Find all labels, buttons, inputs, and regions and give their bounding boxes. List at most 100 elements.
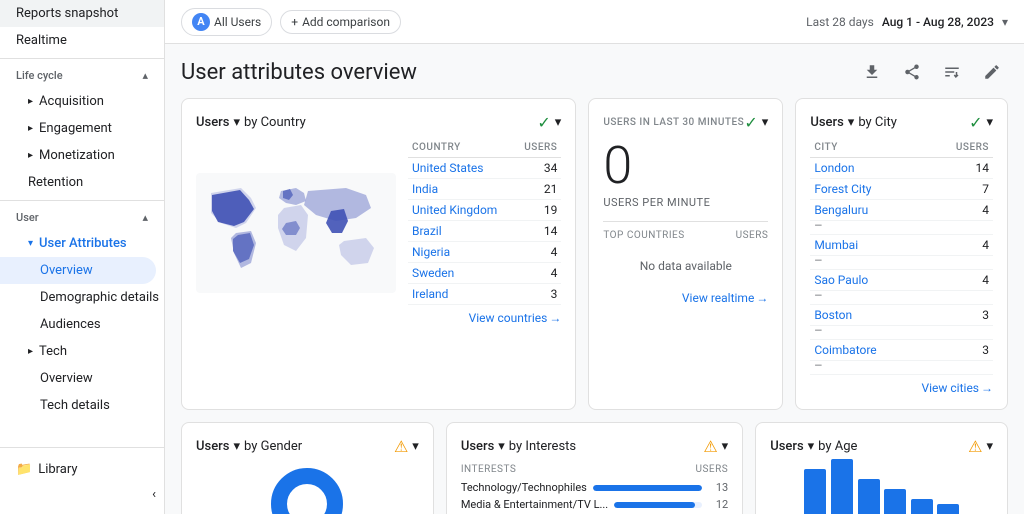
dropdown-arrow-icon[interactable]: ▾ bbox=[808, 439, 815, 454]
city-name[interactable]: Mumbai bbox=[810, 235, 925, 256]
more-options-icon[interactable]: ▾ bbox=[555, 115, 562, 130]
table-row: Ireland3 bbox=[408, 284, 561, 305]
age-bar bbox=[831, 459, 853, 514]
page-title-row: User attributes overview bbox=[181, 44, 1008, 98]
dropdown-arrow-icon[interactable]: ▾ bbox=[233, 115, 240, 130]
more-options-icon[interactable]: ▾ bbox=[762, 115, 769, 130]
sidebar-item-library[interactable]: 📁 Library bbox=[0, 456, 164, 483]
dropdown-arrow-icon[interactable]: ▾ bbox=[848, 115, 855, 130]
interest-value: 13 bbox=[708, 481, 728, 494]
sidebar-item-acquisition[interactable]: ▸ Acquisition bbox=[0, 88, 164, 115]
sidebar-collapse-button[interactable]: ‹ bbox=[0, 483, 164, 506]
table-row: Brazil14 bbox=[408, 221, 561, 242]
add-comparison-button[interactable]: + Add comparison bbox=[280, 10, 401, 34]
table-row: Nigeria4 bbox=[408, 242, 561, 263]
view-countries-link[interactable]: View countries → bbox=[408, 311, 561, 325]
interest-value: 12 bbox=[708, 498, 728, 511]
dropdown-arrow-icon[interactable]: ▾ bbox=[233, 439, 240, 454]
table-row: United Kingdom19 bbox=[408, 200, 561, 221]
chevron-down-icon: ▾ bbox=[28, 238, 33, 249]
world-map bbox=[196, 173, 396, 293]
all-users-badge[interactable]: A All Users bbox=[181, 8, 272, 36]
export-button[interactable] bbox=[856, 56, 888, 88]
sidebar-item-reports-snapshot[interactable]: Reports snapshot bbox=[0, 0, 164, 27]
no-data-message: No data available bbox=[603, 247, 768, 285]
interests-card: Users ▾ by Interests ⚠ ▾ INTERESTS USERS… bbox=[446, 422, 743, 514]
table-row: Bengaluru4 bbox=[810, 200, 993, 221]
table-row: India21 bbox=[408, 179, 561, 200]
interests-card-title: Users ▾ by Interests bbox=[461, 439, 576, 454]
sidebar-item-tech-details[interactable]: Tech details bbox=[0, 392, 164, 419]
sidebar-item-retention[interactable]: Retention bbox=[0, 169, 164, 196]
map-area bbox=[196, 140, 396, 325]
chevron-left-icon: ‹ bbox=[152, 487, 156, 502]
table-row: London14 bbox=[810, 158, 993, 179]
city-name[interactable]: Sao Paulo bbox=[810, 270, 925, 291]
edit-button[interactable] bbox=[976, 56, 1008, 88]
view-cities-link[interactable]: View cities → bbox=[810, 381, 993, 395]
warning-icon: ⚠ bbox=[968, 437, 982, 456]
more-options-icon[interactable]: ▾ bbox=[412, 439, 419, 454]
sidebar-item-tech[interactable]: ▸ Tech bbox=[0, 338, 164, 365]
age-card: Users ▾ by Age ⚠ ▾ 18-24 bbox=[755, 422, 1008, 514]
more-options-icon[interactable]: ▾ bbox=[722, 439, 729, 454]
share-button[interactable] bbox=[896, 56, 928, 88]
user-count: 4 bbox=[514, 263, 561, 284]
city-card-header: Users ▾ by City ✓ ▾ bbox=[810, 113, 993, 132]
table-row: Coimbatore3 bbox=[810, 340, 993, 361]
bottom-cards-row: Users ▾ by Gender ⚠ ▾ bbox=[181, 422, 1008, 514]
bar-fill bbox=[593, 485, 702, 491]
country-name[interactable]: India bbox=[408, 179, 514, 200]
sidebar-item-audiences[interactable]: Audiences bbox=[0, 311, 164, 338]
city-name[interactable]: Coimbatore bbox=[810, 340, 925, 361]
age-card-actions: ⚠ ▾ bbox=[968, 437, 993, 456]
age-bar-chart: 18-24 25-34 35-44 45-54 bbox=[770, 466, 993, 514]
user-count: 14 bbox=[926, 158, 993, 179]
sidebar-item-engagement[interactable]: ▸ Engagement bbox=[0, 115, 164, 142]
city-name[interactable]: Boston bbox=[810, 305, 925, 326]
view-realtime-link[interactable]: View realtime → bbox=[603, 291, 768, 305]
country-name[interactable]: United States bbox=[408, 158, 514, 179]
city-col-header: CITY bbox=[810, 140, 925, 158]
sidebar: Reports snapshot Realtime Life cycle ▴ ▸… bbox=[0, 0, 165, 514]
user-count: 34 bbox=[514, 158, 561, 179]
sidebar-section-user[interactable]: User ▴ bbox=[0, 205, 164, 230]
customize-button[interactable] bbox=[936, 56, 968, 88]
city-name[interactable]: London bbox=[810, 158, 925, 179]
realtime-per-minute-label: USERS PER MINUTE bbox=[603, 196, 768, 209]
chevron-right-icon: ▸ bbox=[28, 96, 33, 107]
table-row: Sao Paulo4 bbox=[810, 270, 993, 291]
user-count: 4 bbox=[514, 242, 561, 263]
all-users-label: All Users bbox=[214, 15, 261, 29]
chevron-down-icon[interactable]: ▾ bbox=[1002, 15, 1008, 29]
city-name[interactable]: Forest City bbox=[810, 179, 925, 200]
sidebar-section-lifecycle[interactable]: Life cycle ▴ bbox=[0, 63, 164, 88]
dash: — bbox=[810, 256, 993, 270]
country-name[interactable]: Brazil bbox=[408, 221, 514, 242]
sidebar-item-realtime[interactable]: Realtime bbox=[0, 27, 164, 54]
dropdown-arrow-icon[interactable]: ▾ bbox=[498, 439, 505, 454]
sidebar-item-monetization[interactable]: ▸ Monetization bbox=[0, 142, 164, 169]
city-name[interactable]: Bengaluru bbox=[810, 200, 925, 221]
country-name[interactable]: Ireland bbox=[408, 284, 514, 305]
age-bar bbox=[937, 504, 959, 514]
country-name[interactable]: Nigeria bbox=[408, 242, 514, 263]
country-name[interactable]: United Kingdom bbox=[408, 200, 514, 221]
more-options-icon[interactable]: ▾ bbox=[986, 439, 993, 454]
chevron-right-icon: ▸ bbox=[28, 150, 33, 161]
country-card-body: COUNTRY USERS United States34India21Unit… bbox=[196, 140, 561, 325]
chevron-up-icon: ▴ bbox=[142, 69, 148, 82]
user-count: 19 bbox=[514, 200, 561, 221]
city-table: CITY USERS London14Forest City7Bengaluru… bbox=[810, 140, 993, 375]
country-name[interactable]: Sweden bbox=[408, 263, 514, 284]
more-options-icon[interactable]: ▾ bbox=[986, 115, 993, 130]
sidebar-item-demographic-details[interactable]: Demographic details bbox=[0, 284, 164, 311]
sidebar-item-overview[interactable]: Overview bbox=[0, 257, 156, 284]
arrow-right-icon: → bbox=[981, 381, 993, 395]
age-card-header: Users ▾ by Age ⚠ ▾ bbox=[770, 437, 993, 456]
page-title-actions bbox=[856, 56, 1008, 88]
sidebar-item-tech-overview[interactable]: Overview bbox=[0, 365, 164, 392]
country-card-actions: ✓ ▾ bbox=[537, 113, 561, 132]
sidebar-item-user-attributes[interactable]: ▾ User Attributes bbox=[0, 230, 164, 257]
age-group-25-34: 25-34 bbox=[830, 459, 853, 514]
